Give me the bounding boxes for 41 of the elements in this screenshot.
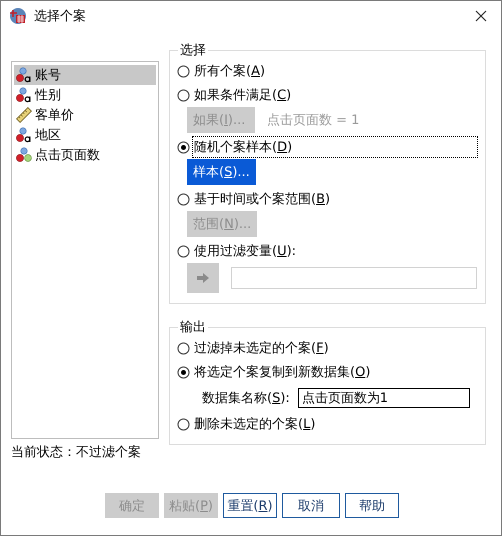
radio-button[interactable]: [177, 140, 190, 154]
radio-button[interactable]: [177, 64, 190, 78]
close-icon[interactable]: [475, 10, 487, 22]
option-label: 如果条件满足(C): [193, 87, 292, 105]
dialog-button[interactable]: 重置(R): [223, 493, 277, 518]
option-label: 删除未选定的个案(L): [194, 416, 316, 433]
radio-button[interactable]: [177, 342, 190, 354]
nominal-variable-icon: [16, 147, 32, 163]
variable-list[interactable]: 账号 性别 客单价 地区 点击页面数: [11, 61, 159, 439]
radio-button[interactable]: [177, 88, 190, 102]
variable-item[interactable]: 地区: [14, 125, 156, 145]
window-title: 选择个案: [34, 8, 86, 25]
string-variable-icon: [16, 127, 32, 143]
string-variable-icon: [16, 87, 32, 103]
group-title: 选择: [179, 42, 207, 59]
group-title: 输出: [179, 319, 207, 336]
dialog-button[interactable]: 样本(S)...: [187, 159, 256, 185]
filter-variable-field[interactable]: [231, 267, 477, 289]
radio-button[interactable]: [177, 366, 190, 378]
option-label: 基于时间或个案范围(B): [193, 191, 332, 209]
dialog-button[interactable]: 取消: [282, 493, 340, 518]
option-label: 将选定个案复制到新数据集(O): [194, 364, 370, 381]
field-label: 数据集名称(S):: [202, 390, 290, 407]
option-label: 过滤掉未选定的个案(F): [194, 340, 329, 357]
radio-button[interactable]: [177, 244, 190, 258]
variable-item[interactable]: 性别: [14, 85, 156, 105]
app-icon: [9, 7, 27, 25]
dialog-button[interactable]: 帮助: [345, 493, 399, 518]
condition-text: 点击页面数 = 1: [267, 112, 360, 129]
string-variable-icon: [16, 67, 32, 83]
arrow-icon: [196, 272, 210, 284]
option-label: 随机个案样本(D): [192, 136, 478, 158]
variable-item[interactable]: 客单价: [14, 105, 156, 125]
option-label: 所有个案(A): [193, 63, 266, 81]
option-label: 使用过滤变量(U):: [193, 243, 298, 261]
radio-button[interactable]: [177, 418, 190, 430]
variable-item[interactable]: 账号: [14, 65, 156, 85]
variable-item[interactable]: 点击页面数: [14, 145, 156, 165]
radio-button[interactable]: [177, 192, 190, 206]
dataset-name-field[interactable]: 点击页面数为1: [298, 388, 470, 408]
status-text: 当前状态：不过滤个案: [10, 444, 142, 462]
